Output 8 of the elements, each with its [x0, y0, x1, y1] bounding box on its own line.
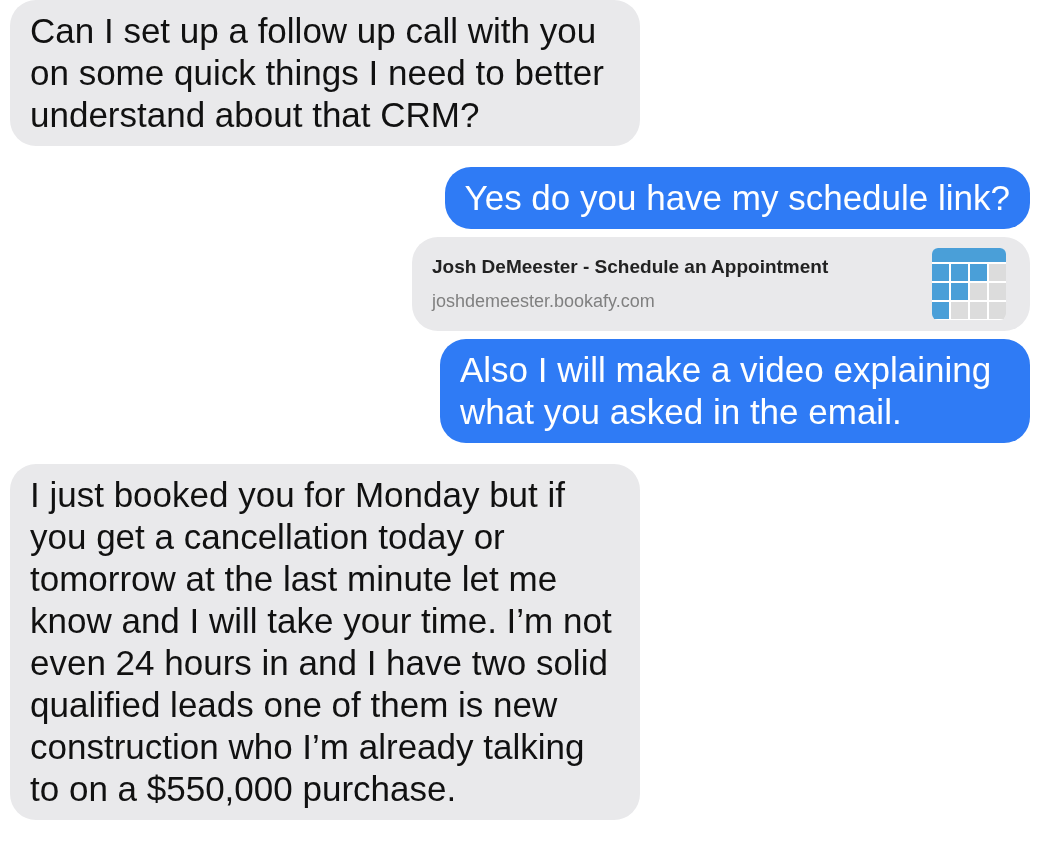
message-bubble: Also I will make a video explaining what you asked in the email.: [440, 339, 1030, 443]
link-title: Josh DeMeester - Schedule an Appointment: [432, 255, 829, 280]
link-preview-card[interactable]: Josh DeMeester - Schedule an Appointment joshdemeester.bookafy.com: [412, 237, 1030, 331]
message-bubble: I just booked you for Monday but if you get a cancellation today or tomorrow at the last minute let me know and I will take your time. I’m not even 24 hours in and I have two solid qualified leads one of them is new construction who I’m already talking to on a $550,000 purchase.: [10, 464, 640, 820]
message-bubble: Can I set up a follow up call with you on some quick things I need to better understand about that CRM?: [10, 0, 640, 146]
message-bubble: Yes do you have my schedule link?: [444, 167, 1030, 229]
calendar-icon: [932, 248, 1006, 320]
link-url: joshdemeester.bookafy.com: [432, 289, 656, 313]
